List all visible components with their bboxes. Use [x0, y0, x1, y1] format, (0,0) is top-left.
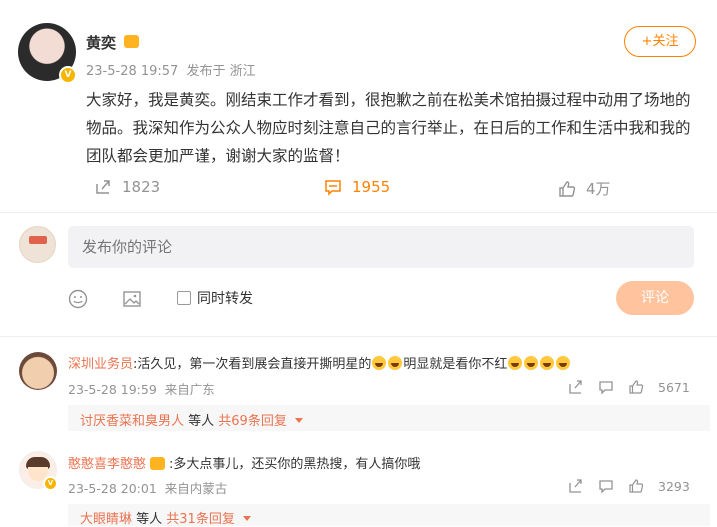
- comment-time: 23-5-28 19:59: [68, 382, 157, 397]
- comment-like-count: 5671: [658, 379, 690, 395]
- comment-icon: [325, 180, 341, 196]
- reply-username[interactable]: 大眼睛琳: [80, 512, 132, 527]
- comment-meta: 23-5-28 19:59 来自广东: [68, 379, 215, 398]
- laugh-cry-emoji-icon: [372, 356, 387, 370]
- reply-mid-text: 等人: [132, 512, 167, 527]
- laugh-cry-emoji-icon: [388, 356, 403, 370]
- reply-count[interactable]: 共69条回复: [218, 414, 287, 429]
- comment-text: :多大点事儿，还买你的黑热搜，有人搞你哦: [169, 457, 421, 472]
- chevron-down-icon: [294, 418, 303, 423]
- emoji-icon[interactable]: [68, 289, 88, 309]
- chevron-down-icon: [242, 516, 251, 521]
- comment-location: 来自广东: [164, 382, 215, 397]
- laugh-cry-emoji-icon: [508, 356, 523, 370]
- reply-username[interactable]: 讨厌香菜和臭男人: [80, 414, 184, 429]
- post-meta: 23-5-28 19:57 发布于 浙江: [86, 60, 256, 79]
- comment-icon[interactable]: [598, 379, 614, 395]
- comment-text: :活久见，第一次看到展会直接开撕明星的: [133, 357, 372, 372]
- comment-body: 憨憨喜李憨憨 :多大点事儿，还买你的黑热搜，有人搞你哦: [68, 453, 708, 472]
- repost-icon[interactable]: [568, 379, 584, 395]
- comment-location: 来自内蒙古: [164, 481, 228, 496]
- current-user-avatar: [19, 226, 56, 263]
- comment-count: 1955: [352, 178, 391, 196]
- comment-body: 深圳业务员:活久见，第一次看到展会直接开撕明星的 明显就是看你不红: [68, 353, 708, 372]
- reply-mid-text: 等人: [184, 414, 219, 429]
- comment-actions: 5671: [568, 379, 690, 395]
- repost-count: 1823: [122, 178, 161, 196]
- repost-toggle-label: 同时转发: [197, 291, 253, 307]
- post-time[interactable]: 23-5-28 19:57: [86, 64, 178, 79]
- laugh-cry-emoji-icon: [540, 356, 555, 370]
- laugh-cry-emoji-icon: [524, 356, 539, 370]
- repost-icon: [96, 180, 110, 194]
- follow-button[interactable]: +关注: [624, 26, 696, 57]
- comment-username[interactable]: 深圳业务员: [68, 357, 133, 372]
- reply-summary[interactable]: 大眼睛琳 等人 共31条回复: [80, 508, 251, 527]
- post-source: 发布于 浙江: [186, 64, 256, 79]
- image-icon[interactable]: [122, 289, 142, 309]
- comment-time: 23-5-28 20:01: [68, 481, 157, 496]
- like-icon[interactable]: [628, 478, 644, 494]
- comment-actions: 3293: [568, 478, 690, 494]
- repost-action[interactable]: 1823: [94, 178, 160, 196]
- like-icon[interactable]: [628, 379, 644, 395]
- reply-summary[interactable]: 讨厌香菜和臭男人 等人 共69条回复: [80, 410, 303, 429]
- repost-icon[interactable]: [568, 478, 584, 494]
- verified-badge-icon: V: [59, 66, 77, 84]
- comment-text-continued: 明显就是看你不红: [403, 357, 508, 372]
- avatar-stamp: [28, 236, 47, 244]
- like-action[interactable]: 4万: [558, 178, 611, 199]
- post-text: 大家好，我是黄奕。刚结束工作才看到，很抱歉之前在松美术馆拍摄过程中动用了场地的物…: [86, 91, 691, 165]
- section-divider: [0, 212, 717, 213]
- like-icon: [559, 180, 576, 197]
- comment-like-count: 3293: [658, 478, 690, 494]
- author-name[interactable]: 黄奕: [86, 32, 116, 53]
- verified-badge-icon: V: [43, 476, 58, 491]
- crown-icon: [124, 35, 139, 48]
- comment-meta: 23-5-28 20:01 来自内蒙古: [68, 478, 227, 497]
- laugh-cry-emoji-icon: [556, 356, 571, 370]
- crown-icon: [150, 457, 166, 470]
- comment-input[interactable]: [68, 226, 694, 268]
- comment-icon[interactable]: [598, 478, 614, 494]
- submit-comment-button[interactable]: 评论: [616, 281, 694, 315]
- comment-action[interactable]: 1955: [324, 178, 390, 196]
- repost-checkbox[interactable]: [177, 291, 191, 305]
- reply-count[interactable]: 共31条回复: [166, 512, 235, 527]
- repost-toggle[interactable]: 同时转发: [177, 288, 253, 308]
- comment-avatar[interactable]: [19, 352, 57, 390]
- like-count: 4万: [586, 180, 611, 198]
- composer-divider: [0, 336, 717, 337]
- comment-username[interactable]: 憨憨喜李憨憨: [68, 457, 146, 472]
